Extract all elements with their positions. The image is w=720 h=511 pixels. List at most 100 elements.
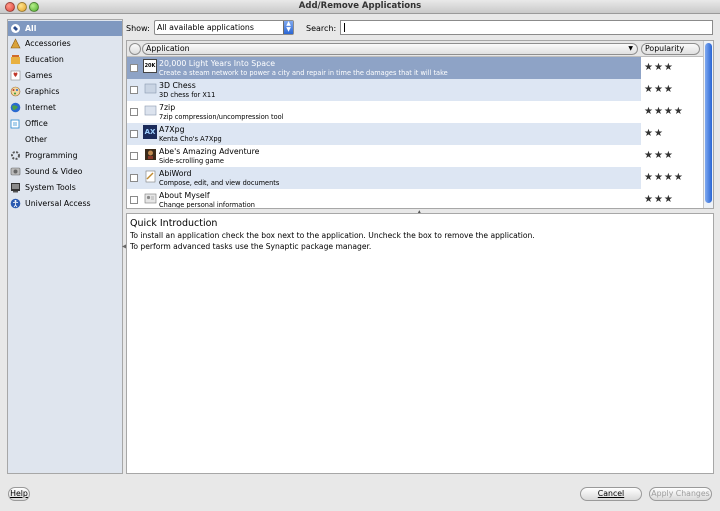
window-title: Add/Remove Applications — [298, 1, 422, 11]
search-label: Search: — [306, 24, 337, 33]
title-bar: Add/Remove Applications — [0, 0, 720, 14]
sidebar-item-sound-video[interactable]: Sound & Video — [8, 164, 122, 179]
app-description: Create a steam network to power a city a… — [159, 69, 448, 77]
help-button-label: Help — [10, 489, 28, 498]
scrollbar-thumb[interactable] — [705, 43, 712, 203]
sidebar-item-all[interactable]: All — [8, 21, 122, 36]
popularity-stars: ★★★★ — [644, 106, 684, 117]
games-icon — [10, 70, 21, 81]
column-application-header[interactable]: Application ▼ — [142, 43, 638, 55]
info-heading: Quick Introduction — [130, 218, 218, 229]
app-name: 7zip — [159, 103, 176, 112]
select-arrows-icon: ▲ ▼ — [283, 21, 293, 34]
sidebar-item-label: Sound & Video — [25, 167, 83, 176]
sidebar-item-label: Education — [25, 55, 64, 64]
popularity-stars: ★★★ — [644, 62, 674, 73]
sidebar-item-programming[interactable]: Programming — [8, 148, 122, 163]
lightyears-app-icon: 20K — [143, 59, 157, 73]
category-sidebar: All Accessories Education Games Graphics… — [7, 19, 123, 474]
generic-app-icon — [143, 81, 157, 95]
install-checkbox[interactable] — [130, 64, 138, 72]
sidebar-item-label: Games — [25, 71, 53, 80]
programming-icon — [10, 150, 21, 161]
sidebar-item-label: Other — [25, 135, 48, 144]
list-item[interactable]: AbiWord Compose, edit, and view document… — [127, 167, 703, 189]
app-description: 7zip compression/uncompression tool — [159, 113, 284, 121]
info-line-advanced: To perform advanced tasks use the Synapt… — [130, 242, 372, 251]
app-name: Abe's Amazing Adventure — [159, 147, 260, 156]
app-name: AbiWord — [159, 169, 192, 178]
column-popularity-header[interactable]: Popularity — [641, 43, 700, 55]
system-tools-icon — [10, 182, 21, 193]
accessories-icon — [10, 38, 21, 49]
install-checkbox[interactable] — [130, 152, 138, 160]
about-myself-app-icon — [143, 191, 157, 205]
list-item[interactable]: Abe's Amazing Adventure Side-scrolling g… — [127, 145, 703, 167]
sidebar-item-label: Universal Access — [25, 199, 91, 208]
apply-changes-label: Apply Changes — [651, 489, 710, 498]
install-checkbox[interactable] — [130, 130, 138, 138]
generic-app-icon — [143, 103, 157, 117]
abiword-app-icon — [143, 169, 157, 183]
sidebar-item-universal-access[interactable]: Universal Access — [8, 196, 122, 211]
sidebar-item-label: Graphics — [25, 87, 60, 96]
apply-changes-button[interactable]: Apply Changes — [649, 487, 712, 501]
list-header: Application ▼ Popularity — [127, 41, 713, 57]
abe-app-icon — [143, 147, 157, 161]
all-icon — [10, 23, 21, 34]
app-name: 20,000 Light Years Into Space — [159, 59, 276, 68]
sidebar-item-graphics[interactable]: Graphics — [8, 84, 122, 99]
sidebar-item-label: Accessories — [25, 39, 71, 48]
column-popularity-label: Popularity — [645, 44, 685, 53]
sidebar-item-label: Programming — [25, 151, 78, 160]
description-panel: Quick Introduction To install an applica… — [126, 213, 714, 474]
app-name: About Myself — [159, 191, 210, 200]
sidebar-item-games[interactable]: Games — [8, 68, 122, 83]
search-input[interactable] — [340, 20, 713, 35]
popularity-stars: ★★★ — [644, 194, 674, 205]
help-button[interactable]: Help — [8, 487, 30, 501]
popularity-stars: ★★★ — [644, 150, 674, 161]
internet-icon — [10, 102, 21, 113]
app-name: A7Xpg — [159, 125, 185, 134]
list-scrollbar[interactable] — [703, 41, 713, 208]
list-item[interactable]: 3D Chess 3D chess for X11 ★★★ — [127, 79, 703, 101]
list-item[interactable]: AX A7Xpg Kenta Cho's A7Xpg ★★ — [127, 123, 703, 145]
sidebar-item-label: System Tools — [25, 183, 76, 192]
sidebar-item-internet[interactable]: Internet — [8, 100, 122, 115]
app-description: Compose, edit, and view documents — [159, 179, 280, 187]
list-item[interactable]: 20K 20,000 Light Years Into Space Create… — [127, 57, 703, 79]
sidebar-item-system-tools[interactable]: System Tools — [8, 180, 122, 195]
sound-video-icon — [10, 166, 21, 177]
app-description: Kenta Cho's A7Xpg — [159, 135, 222, 143]
sidebar-item-education[interactable]: Education — [8, 52, 122, 67]
other-icon — [10, 134, 21, 145]
install-checkbox[interactable] — [130, 174, 138, 182]
popularity-stars: ★★ — [644, 128, 664, 139]
cancel-button-label: Cancel — [597, 489, 625, 498]
sidebar-item-label: Office — [25, 119, 48, 128]
education-icon — [10, 54, 21, 65]
popularity-stars: ★★★ — [644, 84, 674, 95]
popularity-stars: ★★★★ — [644, 172, 684, 183]
list-item[interactable]: About Myself Change personal information… — [127, 189, 703, 208]
sidebar-item-label: Internet — [25, 103, 56, 112]
sidebar-item-other[interactable]: Other — [8, 132, 122, 147]
office-icon — [10, 118, 21, 129]
a7xpg-app-icon: AX — [143, 125, 157, 139]
info-line-install: To install an application check the box … — [130, 231, 535, 240]
show-filter-select[interactable]: All available applications ▲ ▼ — [154, 20, 294, 35]
application-list: Application ▼ Popularity 20K 20,000 Ligh… — [126, 40, 714, 209]
sidebar-item-office[interactable]: Office — [8, 116, 122, 131]
install-checkbox[interactable] — [130, 86, 138, 94]
sidebar-item-label: All — [25, 24, 37, 33]
install-checkbox[interactable] — [130, 196, 138, 204]
list-item[interactable]: 7zip 7zip compression/uncompression tool… — [127, 101, 703, 123]
graphics-icon — [10, 86, 21, 97]
sidebar-item-accessories[interactable]: Accessories — [8, 36, 122, 51]
install-checkbox[interactable] — [130, 108, 138, 116]
text-caret — [344, 23, 345, 32]
cancel-button[interactable]: Cancel — [580, 487, 642, 501]
show-filter-value: All available applications — [157, 23, 254, 32]
column-installed-header[interactable] — [129, 43, 141, 55]
